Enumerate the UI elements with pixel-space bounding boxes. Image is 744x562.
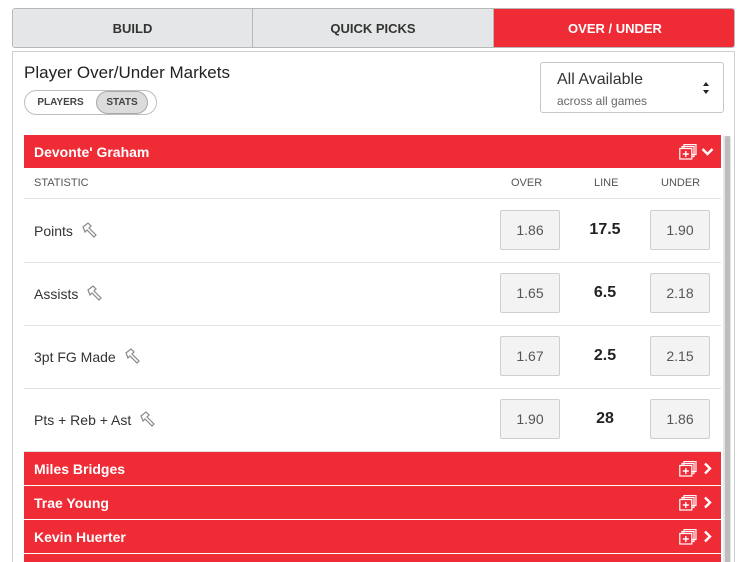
col-under: UNDER [661, 177, 701, 189]
tab-over-under[interactable]: OVER / UNDER [494, 9, 734, 47]
page-title: Player Over/Under Markets [24, 63, 230, 82]
over-odds-button[interactable]: 1.65 [500, 273, 560, 313]
stat-label: Points [34, 223, 73, 239]
under-odds-button[interactable]: 1.86 [650, 399, 710, 439]
games-filter-select[interactable]: All Available across all games [540, 62, 724, 113]
hammer-icon [82, 222, 97, 238]
player-name: Trae Young [34, 494, 109, 511]
player-name: Devonte' Graham [34, 143, 150, 160]
toggle-players[interactable]: PLAYERS [25, 91, 96, 114]
scrollbar-thumb[interactable] [725, 136, 730, 562]
view-toggle: PLAYERS STATS [24, 90, 157, 115]
line-value: 28 [596, 410, 614, 427]
under-odds-button[interactable]: 2.15 [650, 336, 710, 376]
market-tabs: BUILD QUICK PICKS OVER / UNDER [12, 8, 735, 48]
under-odds-button[interactable]: 2.18 [650, 273, 710, 313]
stats-column-header: STATISTIC OVER LINE UNDER [24, 168, 721, 199]
player-header-miles-bridges[interactable]: Miles Bridges [24, 452, 721, 485]
player-header-kevin-huerter[interactable]: Kevin Huerter [24, 520, 721, 553]
under-odds-button[interactable]: 1.90 [650, 210, 710, 250]
stat-cell: Pts + Reb + Ast [34, 411, 156, 429]
stat-cell: 3pt FG Made [34, 348, 141, 366]
player-header-next[interactable] [24, 554, 721, 562]
stat-label: Assists [34, 286, 79, 302]
stat-label: Pts + Reb + Ast [34, 412, 132, 428]
add-to-slip-icon[interactable] [679, 461, 697, 477]
stat-row: Pts + Reb + Ast 1.90 28 1.86 [24, 389, 721, 452]
col-over: OVER [511, 177, 543, 189]
player-header-trae-young[interactable]: Trae Young [24, 486, 721, 519]
over-odds-button[interactable]: 1.90 [500, 399, 560, 439]
col-line: LINE [594, 177, 619, 189]
chevron-down-icon[interactable] [701, 145, 714, 158]
toggle-stats[interactable]: STATS [96, 91, 148, 114]
stat-row: Points 1.86 17.5 1.90 [24, 200, 721, 263]
player-header-devonte-graham[interactable]: Devonte' Graham [24, 135, 721, 168]
over-odds-button[interactable]: 1.67 [500, 336, 560, 376]
select-subtext: across all games [557, 94, 648, 108]
chevron-right-icon[interactable] [701, 530, 714, 543]
add-to-slip-icon[interactable] [679, 529, 697, 545]
add-to-slip-icon[interactable] [679, 495, 697, 511]
hammer-icon [124, 348, 140, 364]
player-name: Miles Bridges [34, 460, 126, 477]
chevron-right-icon[interactable] [701, 496, 714, 509]
sort-arrows-icon [703, 82, 709, 94]
add-to-slip-icon[interactable] [679, 144, 697, 160]
over-odds-button[interactable]: 1.86 [500, 210, 560, 250]
stat-row: Assists 1.65 6.5 2.18 [24, 263, 721, 326]
stat-label: 3pt FG Made [34, 349, 116, 365]
line-value: 17.5 [589, 221, 621, 238]
select-value: All Available [557, 71, 643, 88]
line-value: 6.5 [593, 284, 617, 301]
tab-quick-picks[interactable]: QUICK PICKS [253, 9, 494, 47]
chevron-right-icon[interactable] [701, 462, 714, 475]
over-under-panel: Player Over/Under Markets PLAYERS STATS … [12, 51, 735, 562]
stat-row: 3pt FG Made 1.67 2.5 2.15 [24, 326, 721, 389]
hammer-icon [87, 285, 103, 301]
stat-cell: Assists [34, 285, 103, 303]
hammer-icon [140, 411, 156, 427]
line-value: 2.5 [593, 347, 617, 364]
stat-cell: Points [34, 222, 98, 240]
col-statistic: STATISTIC [34, 177, 89, 189]
player-name: Kevin Huerter [34, 528, 126, 545]
tab-build[interactable]: BUILD [13, 9, 253, 47]
